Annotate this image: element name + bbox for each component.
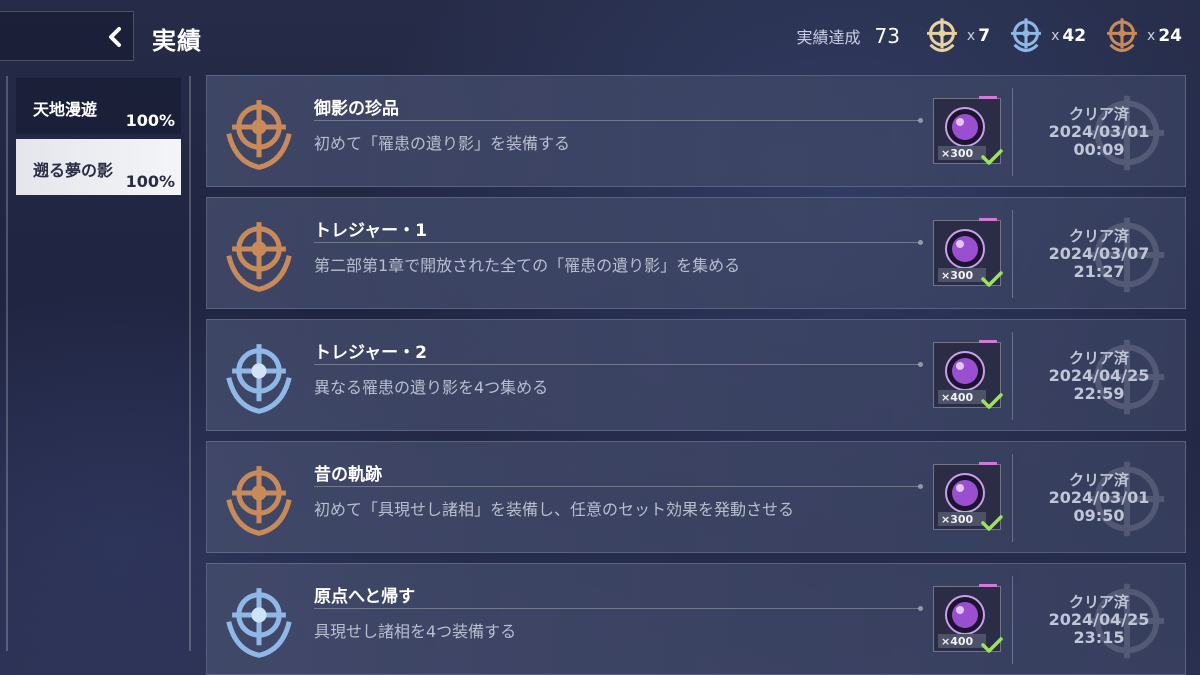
reward-item[interactable]: ×300 [933,96,1003,165]
achievement-title: トレジャー・2 [314,343,427,363]
clear-time: 09:50 [1073,506,1125,525]
achievement-row[interactable]: トレジャー・2 異なる罹患の遺り影を4つ集める ×400 クリア済 2024/0… [206,319,1186,431]
clear-time: 22:59 [1073,384,1125,403]
achievement-summary: 実績達成 73 x 7 x 42 x 24 [796,14,1182,58]
status-label: クリア済 [1068,105,1129,123]
achievement-description: 具現せし諸相を4つ装備する [314,622,517,641]
medal-multiplier: x [966,28,976,44]
medal-count: 7 [978,26,991,46]
sidebar-divider [6,76,8,651]
back-button-frame [0,11,134,61]
title-divider [314,118,923,123]
gold-medal-icon [926,18,957,53]
back-arrow-icon[interactable] [100,26,130,48]
reward-item[interactable]: ×400 [933,584,1003,653]
category-name: 遡る夢の影 [33,161,114,180]
sidebar-divider [189,76,191,651]
summary-label: 実績達成 [796,28,861,47]
title-divider [314,362,923,367]
claimed-check-icon [981,393,1003,409]
reward-quantity: ×400 [941,391,974,404]
achievement-row[interactable]: 原点へと帰す 具現せし諸相を4つ装備する ×400 クリア済 2024/04/2… [206,563,1186,675]
rarity-indicator [979,218,997,221]
clear-date: 2024/03/01 [1048,122,1150,141]
gold-medal-count: x 7 [920,14,990,58]
achievement-row[interactable]: 御影の珍品 初めて「罹患の遺り影」を装備する ×300 クリア済 2024/03… [206,75,1186,187]
clear-status: クリア済 2024/04/25 22:59 [1013,350,1185,403]
achievement-row[interactable]: 昔の軌跡 初めて「具現せし諸相」を装備し、任意のセット効果を発動させる ×300… [206,441,1186,553]
crystal-orb-icon [945,107,985,147]
reward-item[interactable]: ×300 [933,218,1003,287]
claimed-check-icon [981,271,1003,287]
rarity-indicator [979,462,997,465]
rarity-indicator [979,340,997,343]
reward-item[interactable]: ×400 [933,340,1003,409]
reward-quantity: ×300 [941,269,974,282]
clear-time: 00:09 [1073,140,1125,159]
achievement-description: 第二部第1章で開放された全ての「罹患の遺り影」を集める [314,256,741,275]
title-divider [314,606,923,611]
title-divider [314,240,923,245]
achievement-title: 原点へと帰す [314,587,416,607]
achievement-row[interactable]: トレジャー・1 第二部第1章で開放された全ての「罹患の遺り影」を集める ×300… [206,197,1186,309]
bronze-medal-count: x 24 [1100,14,1182,58]
crystal-orb-icon [945,473,985,513]
silver-medal-count: x 42 [1004,14,1086,58]
achievement-title: トレジャー・1 [314,221,427,241]
bronze-medal-icon [226,222,292,292]
crystal-orb-icon [945,595,985,635]
reward-quantity: ×300 [941,147,974,160]
achievement-description: 初めて「具現せし諸相」を装備し、任意のセット効果を発動させる [314,500,795,519]
clear-date: 2024/03/01 [1048,488,1150,507]
medal-multiplier: x [1051,28,1060,44]
rarity-indicator [979,584,997,587]
bronze-medal-icon [226,466,292,536]
rarity-indicator [979,96,997,99]
bronze-medal-icon [226,100,292,170]
silver-medal-icon [226,588,292,658]
clear-date: 2024/04/25 [1048,366,1150,385]
category-name: 天地漫遊 [33,100,98,119]
status-label: クリア済 [1068,471,1129,489]
reward-item[interactable]: ×300 [933,462,1003,531]
silver-medal-icon [1011,18,1042,53]
medal-count: 42 [1062,26,1087,46]
clear-time: 23:15 [1073,628,1125,647]
silver-medal-icon [226,344,292,414]
reward-quantity: ×400 [941,635,974,648]
crystal-orb-icon [945,229,985,269]
claimed-check-icon [981,637,1003,653]
clear-time: 21:27 [1073,262,1125,281]
page-title: 実績 [152,27,202,55]
medal-count: 24 [1158,26,1182,46]
clear-date: 2024/04/25 [1048,610,1150,629]
clear-status: クリア済 2024/03/01 09:50 [1013,472,1185,525]
medal-multiplier: x [1147,28,1156,44]
category-tab-tenchi-manyu[interactable]: 天地漫遊 100% [16,78,181,134]
claimed-check-icon [981,149,1003,165]
title-divider [314,484,923,489]
crystal-orb-icon [945,351,985,391]
category-tab-sakanoboru-yume[interactable]: 遡る夢の影 100% [16,139,181,195]
category-percent: 100% [125,172,175,191]
status-label: クリア済 [1068,227,1129,245]
achievement-title: 昔の軌跡 [314,465,382,485]
summary-count: 73 [874,24,900,48]
clear-status: クリア済 2024/03/01 00:09 [1013,106,1185,159]
achievement-list[interactable]: 御影の珍品 初めて「罹患の遺り影」を装備する ×300 クリア済 2024/03… [206,75,1186,675]
achievement-title: 御影の珍品 [314,99,399,119]
achievement-description: 初めて「罹患の遺り影」を装備する [314,134,571,153]
status-label: クリア済 [1068,593,1129,611]
bronze-medal-icon [1107,18,1137,53]
status-label: クリア済 [1068,349,1129,367]
achievement-description: 異なる罹患の遺り影を4つ集める [314,378,549,397]
category-percent: 100% [125,111,175,130]
reward-quantity: ×300 [941,513,974,526]
clear-date: 2024/03/07 [1048,244,1150,263]
clear-status: クリア済 2024/03/07 21:27 [1013,228,1185,281]
claimed-check-icon [981,515,1003,531]
clear-status: クリア済 2024/04/25 23:15 [1013,594,1185,647]
